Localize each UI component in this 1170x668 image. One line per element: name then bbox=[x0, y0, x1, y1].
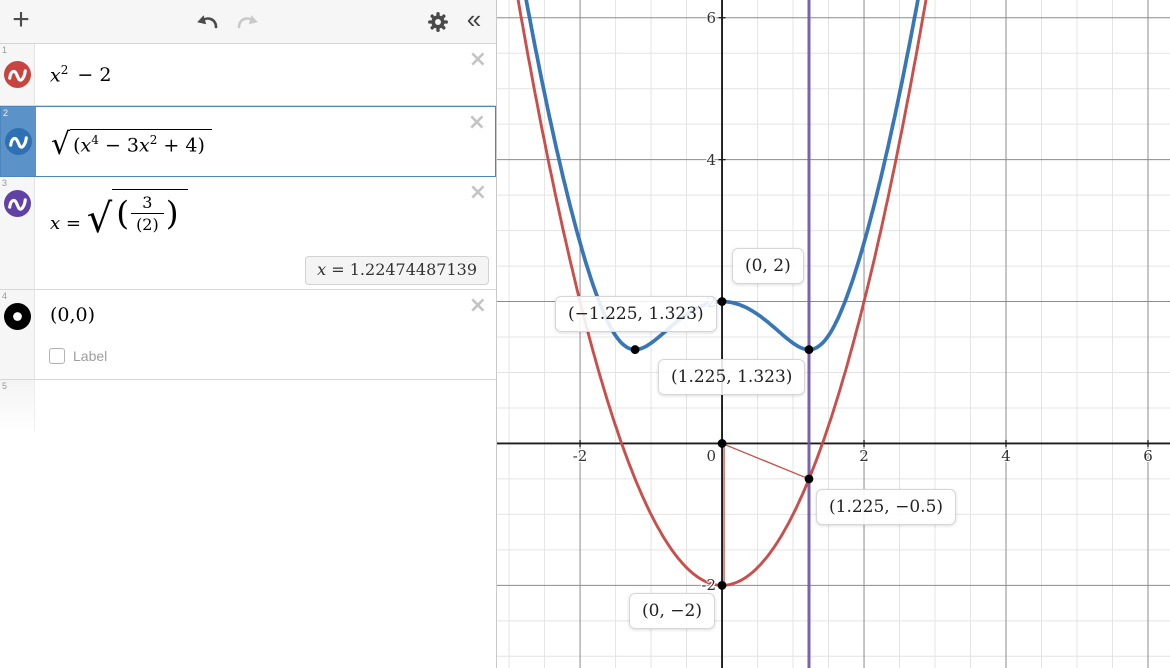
evaluation-result: x = 1.22474487139 bbox=[305, 256, 489, 285]
x-tick-label: -2 bbox=[573, 447, 588, 465]
expression-list: 1 x2− 2 × 2 bbox=[0, 44, 496, 432]
y-tick-label: 6 bbox=[706, 9, 716, 27]
toolbar: + bbox=[0, 0, 497, 44]
expression-row-5-empty[interactable]: 5 bbox=[0, 380, 496, 432]
undo-icon[interactable] bbox=[192, 0, 224, 44]
point-label: (1.225, −0.5) bbox=[816, 489, 956, 525]
math-rest: − 2 bbox=[77, 64, 111, 86]
radical-symbol: √ bbox=[51, 130, 70, 160]
graph-point[interactable] bbox=[718, 297, 727, 306]
graph-point[interactable] bbox=[805, 475, 814, 484]
expression-gutter-2[interactable]: 2 bbox=[1, 107, 36, 176]
expression-gutter-3[interactable]: 3 bbox=[0, 177, 35, 289]
curve-style-icon-blue[interactable] bbox=[5, 128, 32, 155]
label-checkbox[interactable] bbox=[49, 348, 65, 364]
expression-row-4[interactable]: 4 (0,0) Label × bbox=[0, 290, 496, 380]
add-expression-button[interactable]: + bbox=[6, 0, 36, 44]
label-option: Label bbox=[49, 348, 107, 364]
expression-row-3[interactable]: 3 x = √(3(2)) x = 1.22474487139 × bbox=[0, 177, 496, 290]
settings-gear-icon[interactable] bbox=[422, 0, 454, 44]
row-number: 3 bbox=[2, 178, 7, 188]
point-expression: (0,0) bbox=[50, 304, 95, 326]
point-label: (0, 2) bbox=[732, 248, 804, 284]
point-style-icon[interactable] bbox=[4, 303, 31, 330]
x-tick-label-0: 0 bbox=[706, 447, 716, 465]
expression-gutter-1[interactable]: 1 bbox=[0, 44, 35, 105]
x-tick-label: 2 bbox=[859, 447, 869, 465]
graph-point[interactable] bbox=[631, 345, 640, 354]
expression-gutter-4[interactable]: 4 bbox=[0, 290, 35, 379]
distance-segment-0 bbox=[722, 443, 809, 478]
point-label: (1.225, 1.323) bbox=[658, 359, 805, 395]
graph-point[interactable] bbox=[805, 345, 814, 354]
row-number: 5 bbox=[2, 381, 7, 391]
close-icon[interactable]: × bbox=[469, 182, 487, 204]
row-number: 2 bbox=[3, 108, 8, 118]
y-tick-label: 4 bbox=[706, 151, 716, 169]
expression-row-2[interactable]: 2 √(x4 − 3x2 + 4) × bbox=[0, 106, 496, 177]
graphing-calculator-app: + bbox=[0, 0, 1170, 668]
point-label: (0, −2) bbox=[629, 593, 715, 629]
x-tick-label: 4 bbox=[1001, 447, 1011, 465]
math-var: x bbox=[50, 64, 61, 86]
x-tick-label: 6 bbox=[1143, 447, 1153, 465]
row-number: 4 bbox=[2, 291, 7, 301]
y-tick-label: -2 bbox=[701, 576, 716, 594]
redo-icon[interactable] bbox=[230, 0, 262, 44]
math-exponent: 2 bbox=[61, 63, 69, 77]
graph-canvas[interactable]: -20246642-2(0, 2)(−1.225, 1.323)(1.225, … bbox=[497, 0, 1170, 668]
expression-input-4[interactable]: (0,0) Label × bbox=[35, 290, 496, 379]
close-icon[interactable]: × bbox=[469, 295, 487, 317]
close-icon[interactable]: × bbox=[469, 49, 487, 71]
row-number: 1 bbox=[2, 45, 7, 55]
graph-point[interactable] bbox=[718, 439, 727, 448]
collapse-panel-icon[interactable]: « bbox=[458, 0, 490, 44]
curve-style-icon-purple[interactable] bbox=[4, 190, 31, 217]
expression-input-3[interactable]: x = √(3(2)) x = 1.22474487139 × bbox=[35, 177, 496, 289]
panel-divider[interactable] bbox=[496, 0, 497, 668]
close-icon[interactable]: × bbox=[468, 112, 486, 134]
expression-row-1[interactable]: 1 x2 − 2 × bbox=[0, 44, 496, 106]
expression-panel: + bbox=[0, 0, 497, 668]
point-label: (−1.225, 1.323) bbox=[555, 296, 717, 332]
label-checkbox-text: Label bbox=[73, 348, 107, 364]
graph-point[interactable] bbox=[718, 581, 727, 590]
expression-input-5[interactable] bbox=[35, 380, 496, 432]
expression-input-1[interactable]: x2 − 2 × bbox=[35, 44, 496, 105]
curve-style-icon-red[interactable] bbox=[4, 61, 31, 88]
expression-input-2[interactable]: √(x4 − 3x2 + 4) × bbox=[36, 107, 495, 176]
graph-plot[interactable] bbox=[497, 0, 1170, 668]
expression-gutter-5[interactable]: 5 bbox=[0, 380, 35, 432]
